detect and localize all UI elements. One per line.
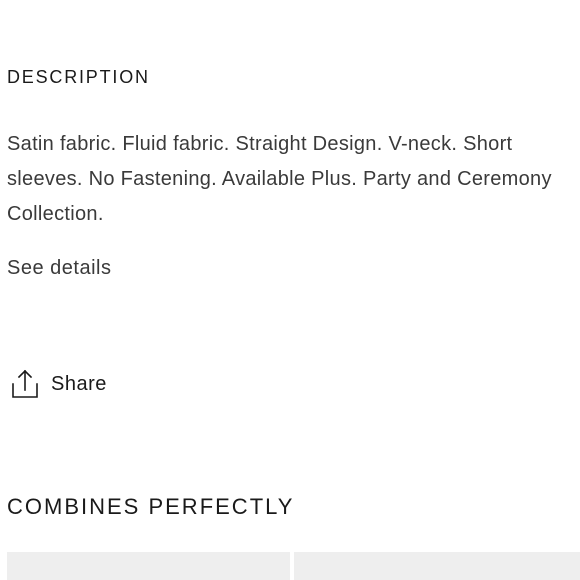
share-button[interactable]: Share (9, 368, 107, 400)
share-icon (12, 369, 38, 398)
description-heading: DESCRIPTION (7, 67, 150, 87)
combines-perfectly-heading: COMBINES PERFECTLY (7, 494, 295, 519)
see-details-link[interactable]: See details (7, 257, 111, 280)
combine-product-card[interactable] (294, 552, 580, 580)
share-label: Share (51, 372, 107, 395)
combine-product-card[interactable] (7, 552, 290, 580)
description-text: Satin fabric. Fluid fabric. Straight Des… (7, 133, 552, 225)
product-details-page: DESCRIPTION Satin fabric. Fluid fabric. … (0, 0, 580, 580)
